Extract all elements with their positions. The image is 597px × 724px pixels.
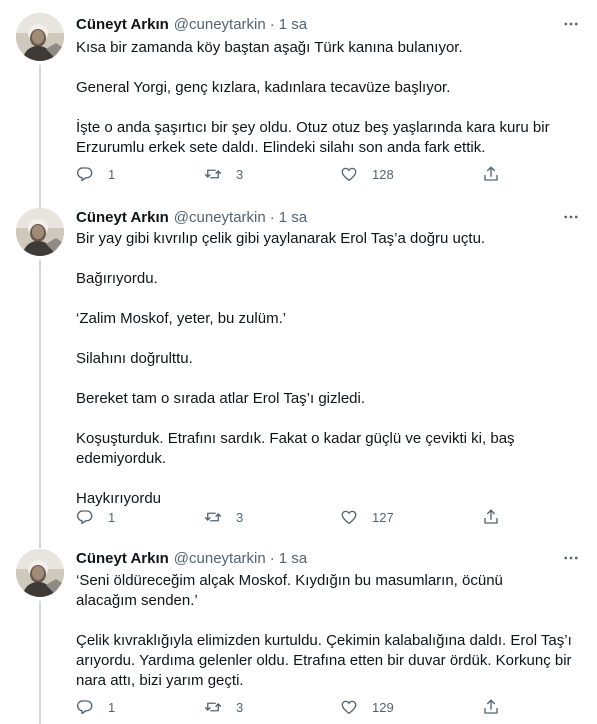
tweet-header: Cüneyt Arkın @cuneytarkin · 1 sa xyxy=(76,548,307,568)
separator: · xyxy=(269,15,275,33)
reply-button[interactable]: 1 xyxy=(76,164,115,184)
retweet-count: 3 xyxy=(236,509,244,525)
reply-icon xyxy=(76,165,94,183)
tweet-header: Cüneyt Arkın @cuneytarkin · 1 sa xyxy=(76,14,307,34)
reply-count: 1 xyxy=(108,509,116,525)
retweet-count: 3 xyxy=(236,699,244,715)
author-handle[interactable]: @cuneytarkin xyxy=(174,16,266,33)
tweet-paragraph: ‘Seni öldüreceğim alçak Moskof. Kıydığın… xyxy=(76,572,503,609)
like-button[interactable]: 127 xyxy=(340,507,394,527)
more-icon[interactable] xyxy=(561,207,581,227)
timestamp[interactable]: 1 sa xyxy=(279,16,307,33)
thread-line xyxy=(39,601,41,724)
share-button[interactable] xyxy=(482,697,500,717)
tweet-paragraph: General Yorgi, genç kızlara, kadınlara t… xyxy=(76,79,451,96)
reply-icon xyxy=(76,698,94,716)
tweet-paragraph: Silahını doğrulttu. xyxy=(76,350,193,367)
tweet-text: Kısa bir zamanda köy baştan aşağı Türk k… xyxy=(76,38,576,158)
tweet[interactable]: Cüneyt Arkın @cuneytarkin · 1 sa ‘Seni ö… xyxy=(0,540,597,724)
tweet[interactable]: Cüneyt Arkın @cuneytarkin · 1 sa Bir yay… xyxy=(0,190,597,540)
timestamp[interactable]: 1 sa xyxy=(279,209,307,226)
tweet-paragraph: İşte o anda şaşırtıcı bir şey oldu. Otuz… xyxy=(76,119,550,156)
like-button[interactable]: 129 xyxy=(340,697,394,717)
heart-icon xyxy=(340,698,358,716)
tweet-text: Bir yay gibi kıvrılıp çelik gibi yaylana… xyxy=(76,229,576,509)
tweet-text: ‘Seni öldüreceğim alçak Moskof. Kıydığın… xyxy=(76,571,576,691)
separator: · xyxy=(269,208,275,226)
author-name[interactable]: Cüneyt Arkın xyxy=(76,550,169,567)
author-name[interactable]: Cüneyt Arkın xyxy=(76,16,169,33)
like-count: 127 xyxy=(372,509,394,525)
like-count: 128 xyxy=(372,166,394,182)
reply-button[interactable]: 1 xyxy=(76,507,115,527)
author-name[interactable]: Cüneyt Arkın xyxy=(76,209,169,226)
tweet-paragraph: Çelik kıvraklığıyla elimizden kurtuldu. … xyxy=(76,632,572,689)
more-icon[interactable] xyxy=(561,14,581,34)
share-button[interactable] xyxy=(482,507,500,527)
reply-icon xyxy=(76,508,94,526)
thread-line xyxy=(39,540,41,548)
retweet-icon xyxy=(204,508,222,526)
tweet-actions: 1 3 127 xyxy=(76,507,506,527)
tweet-paragraph: Kısa bir zamanda köy baştan aşağı Türk k… xyxy=(76,39,463,56)
tweet-actions: 1 3 129 xyxy=(76,697,506,717)
retweet-button[interactable]: 3 xyxy=(204,697,243,717)
timestamp[interactable]: 1 sa xyxy=(279,550,307,567)
tweet-paragraph: Haykırıyordu xyxy=(76,490,162,507)
share-button[interactable] xyxy=(482,164,500,184)
like-button[interactable]: 128 xyxy=(340,164,394,184)
tweet-header: Cüneyt Arkın @cuneytarkin · 1 sa xyxy=(76,207,307,227)
more-icon[interactable] xyxy=(561,548,581,568)
retweet-count: 3 xyxy=(236,166,244,182)
author-handle[interactable]: @cuneytarkin xyxy=(174,550,266,567)
retweet-icon xyxy=(204,165,222,183)
thread-line xyxy=(39,65,41,190)
reply-count: 1 xyxy=(108,699,116,715)
separator: · xyxy=(269,549,275,567)
share-icon xyxy=(482,508,500,526)
reply-button[interactable]: 1 xyxy=(76,697,115,717)
author-handle[interactable]: @cuneytarkin xyxy=(174,209,266,226)
heart-icon xyxy=(340,165,358,183)
retweet-icon xyxy=(204,698,222,716)
reply-count: 1 xyxy=(108,166,116,182)
share-icon xyxy=(482,165,500,183)
share-icon xyxy=(482,698,500,716)
avatar[interactable] xyxy=(16,208,64,256)
thread-line xyxy=(39,260,41,540)
retweet-button[interactable]: 3 xyxy=(204,507,243,527)
thread-line xyxy=(39,190,41,208)
tweet-paragraph: Bereket tam o sırada atlar Erol Taş’ı gi… xyxy=(76,390,366,407)
avatar[interactable] xyxy=(16,13,64,61)
retweet-button[interactable]: 3 xyxy=(204,164,243,184)
like-count: 129 xyxy=(372,699,394,715)
tweet[interactable]: Cüneyt Arkın @cuneytarkin · 1 sa Kısa bi… xyxy=(0,0,597,190)
avatar[interactable] xyxy=(16,549,64,597)
tweet-paragraph: ‘Zalim Moskof, yeter, bu zulüm.’ xyxy=(76,310,287,327)
tweet-paragraph: Bağırıyordu. xyxy=(76,270,158,287)
heart-icon xyxy=(340,508,358,526)
tweet-paragraph: Koşuşturduk. Etrafını sardık. Fakat o ka… xyxy=(76,430,515,467)
tweet-paragraph: Bir yay gibi kıvrılıp çelik gibi yaylana… xyxy=(76,230,486,247)
tweet-actions: 1 3 128 xyxy=(76,164,506,184)
